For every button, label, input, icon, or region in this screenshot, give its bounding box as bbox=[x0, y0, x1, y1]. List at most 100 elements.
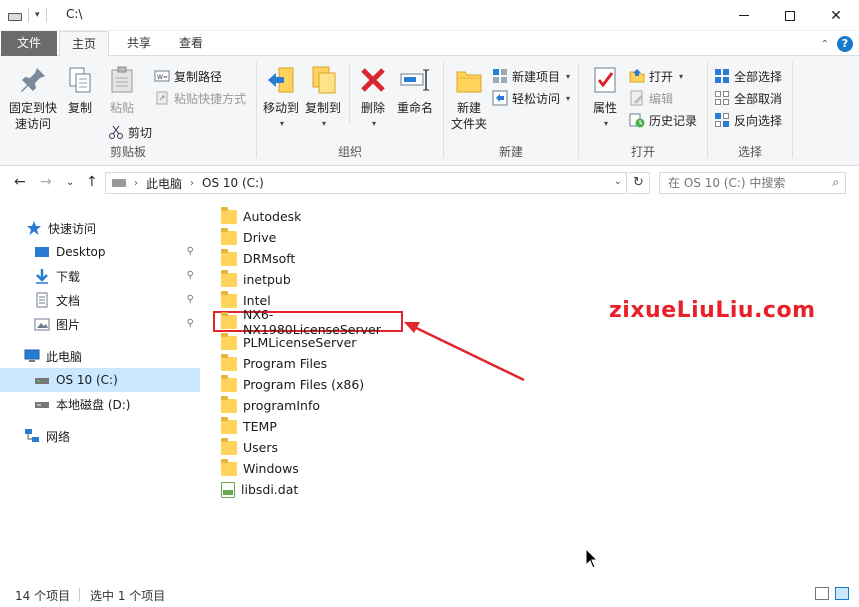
folder-icon bbox=[221, 395, 237, 413]
pin-icon[interactable]: ⚲ bbox=[187, 246, 194, 257]
copy-to-button[interactable]: 复制到 ▾ bbox=[303, 64, 343, 132]
nav-quick-access[interactable]: 快速访问 bbox=[0, 216, 200, 240]
paste-shortcut-icon bbox=[154, 90, 170, 106]
breadcrumb-chevron-icon[interactable]: › bbox=[134, 178, 138, 189]
delete-label: 删除 bbox=[360, 101, 385, 115]
list-item[interactable]: Windows bbox=[213, 458, 408, 479]
toolbar-separator bbox=[28, 8, 29, 22]
copy-path-label: 复制路径 bbox=[174, 69, 223, 84]
edit-button[interactable]: 编辑 bbox=[629, 88, 673, 108]
invert-selection-button[interactable]: 反向选择 bbox=[714, 110, 782, 130]
move-to-button[interactable]: 移动到 ▾ bbox=[261, 64, 301, 132]
pin-icon[interactable]: ⚲ bbox=[187, 318, 194, 329]
list-item[interactable]: Autodesk bbox=[213, 206, 408, 227]
pin-quick-access-button[interactable]: 固定到快 速访问 bbox=[6, 64, 60, 132]
address-field[interactable]: › 此电脑 › OS 10 (C:) ⌄ bbox=[105, 172, 627, 194]
nav-os-drive[interactable]: OS 10 (C:) bbox=[0, 368, 200, 392]
new-item-button[interactable]: 新建项目 ▾ bbox=[492, 66, 570, 86]
list-item[interactable]: Program Files (x86) bbox=[213, 374, 408, 395]
nav-documents[interactable]: 文档 ⚲ bbox=[0, 288, 200, 312]
folder-icon bbox=[221, 353, 237, 371]
details-view-icon[interactable] bbox=[815, 587, 829, 600]
tab-file[interactable]: 文件 bbox=[1, 31, 57, 56]
list-item[interactable]: PLMLicenseServer bbox=[213, 332, 408, 353]
customize-toolbar-dropdown-icon[interactable]: ▾ bbox=[35, 10, 40, 20]
breadcrumb-os-drive[interactable]: OS 10 (C:) bbox=[202, 176, 264, 190]
list-item[interactable]: TEMP bbox=[213, 416, 408, 437]
drive-icon[interactable] bbox=[8, 12, 22, 21]
move-to-dropdown-icon: ▾ bbox=[279, 119, 284, 128]
new-folder-icon bbox=[453, 64, 485, 96]
pin-icon[interactable]: ⚲ bbox=[187, 270, 194, 281]
download-icon bbox=[34, 268, 50, 284]
paste-shortcut-button[interactable]: 粘贴快捷方式 bbox=[154, 88, 246, 108]
copy-label: 复制 bbox=[67, 101, 92, 115]
tab-share[interactable]: 共享 bbox=[113, 31, 165, 56]
list-item-highlighted[interactable]: NX6-NX1980LicenseServer bbox=[213, 307, 403, 337]
breadcrumb-this-pc[interactable]: 此电脑 bbox=[146, 175, 182, 192]
paste-button[interactable]: 粘贴 bbox=[104, 64, 140, 116]
collapse-ribbon-icon[interactable]: ⌃ bbox=[821, 39, 829, 50]
refresh-icon[interactable]: ↻ bbox=[628, 172, 650, 194]
help-icon[interactable]: ? bbox=[837, 36, 853, 52]
nav-pictures[interactable]: 图片 ⚲ bbox=[0, 312, 200, 336]
list-item[interactable]: inetpub bbox=[213, 269, 408, 290]
up-arrow-icon[interactable]: ↑ bbox=[86, 174, 98, 190]
list-item[interactable]: DRMsoft bbox=[213, 248, 408, 269]
file-name: PLMLicenseServer bbox=[243, 335, 357, 350]
search-input[interactable] bbox=[660, 173, 820, 193]
cut-button[interactable]: 剪切 bbox=[108, 122, 152, 142]
close-button[interactable]: ✕ bbox=[813, 0, 859, 31]
recent-locations-icon[interactable]: ⌄ bbox=[66, 177, 74, 188]
tab-home[interactable]: 主页 bbox=[59, 31, 109, 57]
folder-icon bbox=[221, 332, 237, 350]
new-item-label: 新建项目 bbox=[512, 69, 561, 84]
pin-icon[interactable]: ⚲ bbox=[187, 294, 194, 305]
address-dropdown-icon[interactable]: ⌄ bbox=[614, 176, 622, 187]
copy-path-button[interactable]: W= 复制路径 bbox=[154, 66, 222, 86]
tab-view[interactable]: 查看 bbox=[165, 31, 217, 56]
group-separator bbox=[792, 62, 793, 158]
search-icon: ⌕ bbox=[832, 175, 839, 189]
nav-this-pc[interactable]: 此电脑 bbox=[0, 344, 200, 368]
group-open: 属性 ▾ 打开 ▾ 编辑 历史记录 打开 bbox=[579, 60, 707, 164]
select-none-button[interactable]: 全部取消 bbox=[714, 88, 782, 108]
properties-label: 属性 bbox=[592, 101, 617, 115]
nav-label: 本地磁盘 (D:) bbox=[56, 397, 131, 412]
select-all-button[interactable]: 全部选择 bbox=[714, 66, 782, 86]
list-item[interactable]: Users bbox=[213, 437, 408, 458]
move-to-icon bbox=[265, 64, 297, 96]
nav-downloads[interactable]: 下载 ⚲ bbox=[0, 264, 200, 288]
large-icons-view-icon[interactable] bbox=[835, 587, 849, 600]
copy-icon bbox=[64, 64, 96, 96]
history-button[interactable]: 历史记录 bbox=[629, 110, 697, 130]
nav-local-disk[interactable]: 本地磁盘 (D:) bbox=[0, 392, 200, 416]
forward-arrow-icon[interactable]: → bbox=[40, 174, 52, 190]
copy-button[interactable]: 复制 bbox=[62, 64, 98, 116]
new-folder-button[interactable]: 新建 文件夹 bbox=[446, 64, 492, 132]
open-button[interactable]: 打开 ▾ bbox=[629, 66, 683, 86]
breadcrumb-chevron-icon[interactable]: › bbox=[190, 178, 194, 189]
list-item[interactable]: Drive bbox=[213, 227, 408, 248]
delete-button[interactable]: 删除 ▾ bbox=[355, 64, 391, 132]
address-bar-row: ← → ⌄ ↑ › 此电脑 › OS 10 (C:) ⌄ ↻ ⌕ bbox=[0, 167, 859, 199]
new-item-icon bbox=[492, 68, 508, 84]
minimize-button[interactable] bbox=[721, 0, 767, 31]
search-box[interactable]: ⌕ bbox=[659, 172, 846, 194]
open-label: 打开 bbox=[649, 69, 674, 84]
title-bar: ▾ C:\ ✕ bbox=[0, 0, 859, 31]
properties-button[interactable]: 属性 ▾ bbox=[585, 64, 625, 132]
nav-desktop[interactable]: Desktop ⚲ bbox=[0, 240, 200, 264]
organize-group-label: 组织 bbox=[337, 145, 362, 159]
toolbar-separator bbox=[45, 8, 47, 22]
rename-button[interactable]: 重命名 bbox=[393, 64, 437, 116]
data-file-icon bbox=[221, 481, 235, 498]
easy-access-button[interactable]: 轻松访问 ▾ bbox=[492, 88, 570, 108]
back-arrow-icon[interactable]: ← bbox=[14, 174, 26, 190]
list-item[interactable]: programInfo bbox=[213, 395, 408, 416]
status-separator bbox=[79, 588, 80, 601]
list-item[interactable]: Program Files bbox=[213, 353, 408, 374]
list-item[interactable]: libsdi.dat bbox=[213, 479, 408, 500]
nav-network[interactable]: 网络 bbox=[0, 424, 200, 448]
maximize-button[interactable] bbox=[767, 0, 813, 31]
